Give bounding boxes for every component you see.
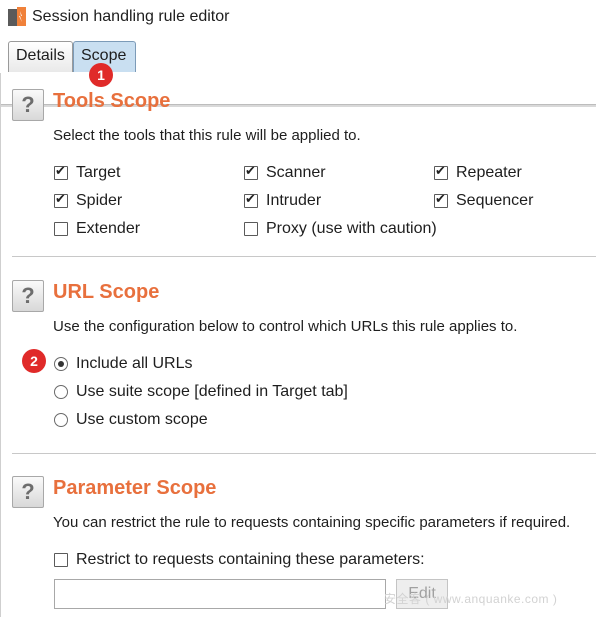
burp-app-icon: [8, 7, 26, 26]
checkbox-unchecked-icon: [54, 222, 68, 236]
checkbox-checked-icon: [244, 163, 258, 180]
watermark-text: 安全客 ( www.anquanke.com ): [384, 592, 558, 606]
use-custom-scope-radio[interactable]: Use custom scope: [54, 411, 208, 429]
tool-sequencer-label: Sequencer: [456, 192, 534, 209]
tool-sequencer-checkbox[interactable]: Sequencer: [434, 191, 534, 210]
restrict-parameters-label: Restrict to requests containing these pa…: [76, 551, 425, 568]
radio-unselected-icon: [54, 413, 68, 427]
tool-intruder-checkbox[interactable]: Intruder: [244, 191, 322, 210]
tool-repeater-checkbox[interactable]: Repeater: [434, 163, 522, 182]
parameter-scope-description: You can restrict the rule to requests co…: [53, 514, 571, 531]
parameters-input[interactable]: [54, 579, 386, 609]
annotation-badge-2: 2: [22, 349, 46, 373]
tool-intruder-label: Intruder: [266, 192, 322, 209]
section-divider: [12, 256, 596, 257]
tab-details[interactable]: Details: [8, 41, 73, 72]
tool-target-label: Target: [76, 164, 121, 181]
checkbox-checked-icon: [54, 163, 68, 180]
use-suite-scope-radio[interactable]: Use suite scope [defined in Target tab]: [54, 383, 348, 401]
tool-extender-checkbox[interactable]: Extender: [54, 220, 140, 238]
parameter-scope-title: Parameter Scope: [53, 477, 217, 499]
checkbox-checked-icon: [54, 191, 68, 208]
restrict-parameters-checkbox[interactable]: Restrict to requests containing these pa…: [54, 551, 425, 569]
use-custom-scope-label: Use custom scope: [76, 411, 208, 428]
tool-extender-label: Extender: [76, 220, 141, 237]
tools-scope-description: Select the tools that this rule will be …: [53, 127, 361, 144]
url-scope-description: Use the configuration below to control w…: [53, 318, 518, 335]
url-scope-title: URL Scope: [53, 281, 160, 303]
checkbox-checked-icon: [244, 191, 258, 208]
include-all-urls-label: Include all URLs: [76, 355, 193, 372]
checkbox-checked-icon: [434, 191, 448, 208]
tool-proxy-label: Proxy (use with caution): [266, 220, 437, 237]
radio-selected-icon: [54, 357, 68, 371]
tool-target-checkbox[interactable]: Target: [54, 163, 121, 182]
tool-scanner-label: Scanner: [266, 164, 326, 181]
tool-spider-label: Spider: [76, 192, 123, 209]
radio-unselected-icon: [54, 385, 68, 399]
tool-scanner-checkbox[interactable]: Scanner: [244, 163, 326, 182]
url-scope-help-button[interactable]: ?: [12, 280, 44, 312]
scope-panel: ? Tools Scope Select the tools that this…: [0, 73, 596, 617]
tool-spider-checkbox[interactable]: Spider: [54, 191, 123, 210]
tool-proxy-checkbox[interactable]: Proxy (use with caution): [244, 220, 437, 238]
tools-scope-title: Tools Scope: [53, 90, 171, 112]
parameter-scope-help-button[interactable]: ?: [12, 476, 44, 508]
title-bar: Session handling rule editor: [0, 0, 596, 34]
checkbox-checked-icon: [434, 163, 448, 180]
tab-bar: Details Scope: [0, 34, 596, 107]
tools-scope-help-button[interactable]: ?: [12, 89, 44, 121]
checkbox-unchecked-icon: [244, 222, 258, 236]
window-title: Session handling rule editor: [32, 8, 230, 25]
use-suite-scope-label: Use suite scope [defined in Target tab]: [76, 383, 348, 400]
section-divider: [12, 453, 596, 454]
checkbox-unchecked-icon: [54, 553, 68, 567]
include-all-urls-radio[interactable]: Include all URLs: [54, 355, 193, 373]
tool-repeater-label: Repeater: [456, 164, 522, 181]
